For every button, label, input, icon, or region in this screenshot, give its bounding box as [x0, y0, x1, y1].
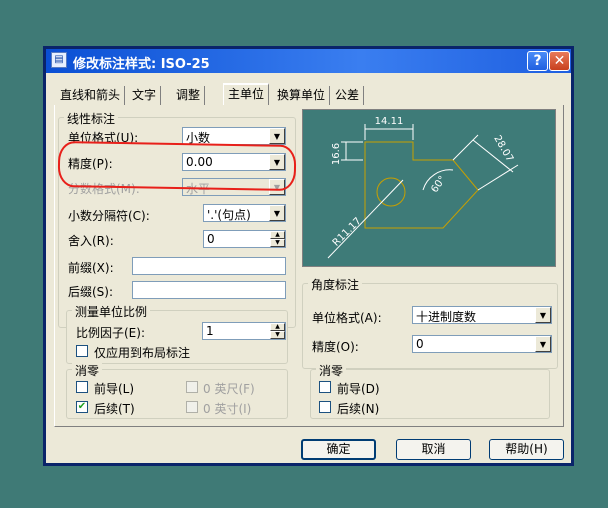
trailing-zero-label: 后续(T) [94, 402, 135, 416]
angular-precision-value: 0 [416, 337, 424, 351]
zero-inches-checkbox [186, 401, 198, 413]
spin-down-icon[interactable]: ▼ [270, 331, 285, 339]
tab-lines-arrows[interactable]: 直线和箭头 [56, 86, 126, 105]
round-off-spinner[interactable]: 0 ▲ ▼ [203, 230, 286, 248]
angular-unit-format-value: 十进制度数 [416, 310, 477, 324]
tab-primary-units[interactable]: 主单位 [223, 83, 270, 105]
close-button[interactable]: ✕ [549, 51, 570, 71]
preview-drawing: 14.11 16.6 28.07 60° R11.17 [327, 116, 519, 259]
tab-tolerances[interactable]: 公差 [331, 86, 365, 105]
leading-zero-label: 前导(L) [94, 382, 135, 396]
zero-inches-label: 0 英寸(I) [203, 402, 252, 416]
angular-leading-zero-label: 前导(D) [337, 382, 380, 396]
layout-only-label: 仅应用到布局标注 [94, 346, 191, 360]
dim-slant-text: 28.07 [491, 134, 515, 164]
decimal-separator-select[interactable]: '.'(句点) ▼ [203, 204, 286, 222]
spin-down-icon[interactable]: ▼ [270, 239, 285, 247]
trailing-zero-checkbox[interactable]: ✔ [76, 401, 88, 413]
dim-left-text: 16.6 [331, 143, 342, 165]
linear-group-title: 线性标注 [64, 110, 119, 127]
unit-format-select[interactable]: 小数 ▼ [182, 127, 286, 145]
red-annotation-ring [57, 140, 297, 192]
spin-buttons[interactable]: ▲ ▼ [270, 231, 285, 247]
scale-factor-value: 1 [206, 324, 214, 338]
dimension-preview: 14.11 16.6 28.07 60° R11.17 [302, 109, 556, 267]
dialog-client-area: 直线和箭头 文字 调整 主单位 换算单位 公差 线性标注 单位格式(U): 小数… [46, 73, 571, 463]
zero-feet-label: 0 英尺(F) [203, 382, 255, 396]
layout-only-checkbox[interactable] [76, 345, 88, 357]
dim-top-text: 14.11 [375, 116, 404, 127]
zero-feet-checkbox [186, 381, 198, 393]
spin-up-icon[interactable]: ▲ [270, 231, 285, 239]
decimal-separator-value: '.'(句点) [207, 208, 251, 222]
tab-text[interactable]: 文字 [128, 86, 162, 105]
round-off-value: 0 [207, 232, 215, 246]
spin-up-icon[interactable]: ▲ [270, 323, 285, 331]
dim-radius-text: R11.17 [331, 216, 364, 249]
suffix-input[interactable] [132, 281, 286, 299]
angular-trailing-zero-label: 后续(N) [337, 402, 380, 416]
round-off-label: 舍入(R): [68, 234, 114, 248]
scale-factor-spinner[interactable]: 1 ▲ ▼ [202, 322, 286, 340]
prefix-label: 前缀(X): [68, 261, 114, 275]
angular-leading-zero-checkbox[interactable] [319, 381, 331, 393]
angular-unit-format-label: 单位格式(A): [312, 311, 382, 325]
angular-trailing-zero-checkbox[interactable] [319, 401, 331, 413]
scale-factor-label: 比例因子(E): [76, 326, 145, 340]
zero-linear-group-title: 消零 [72, 362, 103, 379]
leading-zero-checkbox[interactable] [76, 381, 88, 393]
dialog-app-icon: ▤ [51, 52, 67, 68]
chevron-down-icon[interactable]: ▼ [535, 307, 551, 323]
angular-precision-select[interactable]: 0 ▼ [412, 335, 552, 353]
angular-dimensions-group: 角度标注 [302, 276, 558, 369]
chevron-down-icon[interactable]: ▼ [535, 336, 551, 352]
spin-buttons[interactable]: ▲ ▼ [270, 323, 285, 339]
decimal-separator-label: 小数分隔符(C): [68, 209, 150, 223]
angular-group-title: 角度标注 [308, 276, 363, 293]
chevron-down-icon[interactable]: ▼ [269, 205, 285, 221]
cancel-button[interactable]: 取消 [396, 439, 471, 460]
chevron-down-icon[interactable]: ▼ [269, 128, 285, 144]
tab-fit[interactable]: 调整 [172, 86, 206, 105]
angular-unit-format-select[interactable]: 十进制度数 ▼ [412, 306, 552, 324]
help-button[interactable]: 帮助(H) [489, 439, 564, 460]
dialog-title: 修改标注样式: ISO-25 [73, 57, 210, 72]
help-title-button[interactable]: ? [527, 51, 548, 71]
title-bar[interactable]: ▤ 修改标注样式: ISO-25 ? ✕ [46, 49, 571, 73]
preview-part-outline [364, 141, 479, 229]
ok-button[interactable]: 确定 [301, 439, 376, 460]
dim-angle-text: 60° [429, 174, 448, 195]
zero-angular-group-title: 消零 [316, 362, 347, 379]
angular-precision-label: 精度(O): [312, 340, 359, 354]
scale-group-title: 测量单位比例 [72, 303, 151, 320]
dimension-style-dialog: ▤ 修改标注样式: ISO-25 ? ✕ 直线和箭头 文字 调整 主单位 换算单… [43, 46, 574, 466]
prefix-input[interactable] [132, 257, 286, 275]
suffix-label: 后缀(S): [68, 285, 114, 299]
tab-alternate-units[interactable]: 换算单位 [273, 86, 331, 105]
